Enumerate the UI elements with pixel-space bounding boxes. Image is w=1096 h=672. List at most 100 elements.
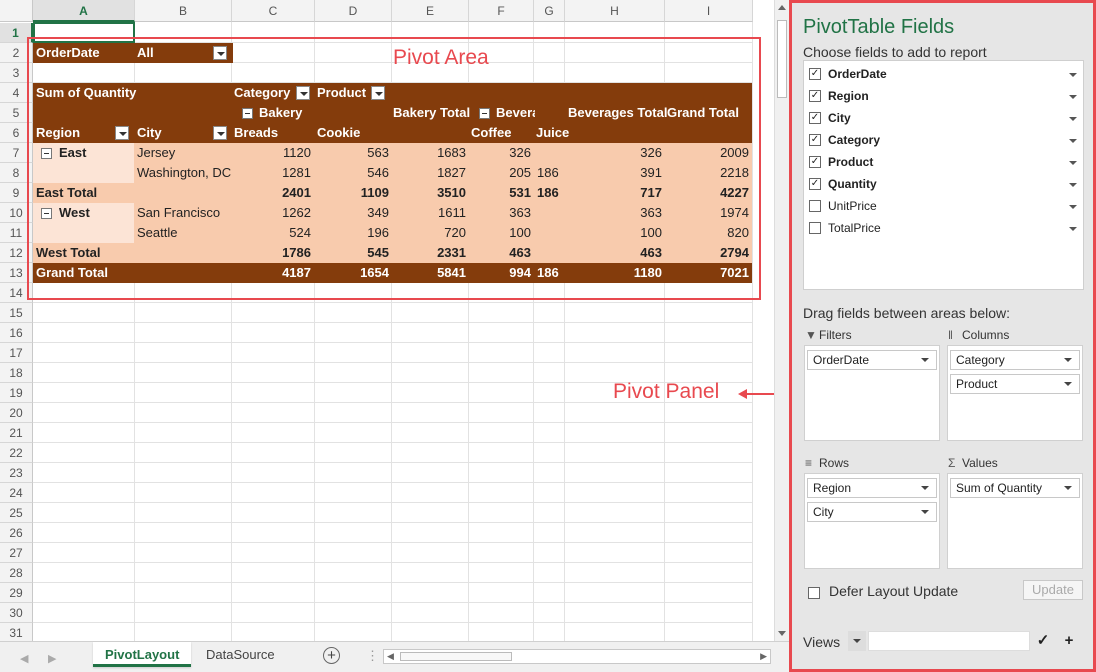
values-area[interactable]: Sum of Quantity xyxy=(947,473,1083,569)
column-header-h[interactable]: H xyxy=(565,0,665,22)
scroll-right-icon[interactable]: ▶ xyxy=(760,651,767,662)
row-header-30[interactable]: 30 xyxy=(0,603,33,623)
scroll-up-icon[interactable] xyxy=(778,5,786,10)
field-checkbox[interactable]: ✓ xyxy=(809,112,821,124)
field-item-region[interactable]: ✓ Region xyxy=(809,87,1079,105)
row-header-26[interactable]: 26 xyxy=(0,523,33,543)
horizontal-scrollbar[interactable]: ◀ ▶ xyxy=(383,649,771,664)
filters-area[interactable]: OrderDate xyxy=(804,345,940,441)
horizontal-scroll-thumb[interactable] xyxy=(400,652,512,661)
columns-area[interactable]: Category Product xyxy=(947,345,1083,441)
field-checkbox[interactable] xyxy=(809,200,821,212)
splitter-icon[interactable]: ⋮ xyxy=(366,648,379,664)
field-dropdown-icon[interactable] xyxy=(1069,227,1077,231)
field-dropdown-icon[interactable] xyxy=(1069,139,1077,143)
column-header-f[interactable]: F xyxy=(469,0,534,22)
row-header-24[interactable]: 24 xyxy=(0,483,33,503)
pill-dropdown-icon[interactable] xyxy=(921,486,929,490)
field-checkbox[interactable] xyxy=(809,222,821,234)
scroll-down-icon[interactable] xyxy=(778,631,786,636)
tab-pivotlayout[interactable]: PivotLayout xyxy=(93,642,192,667)
values-header: Σ Values xyxy=(948,455,998,471)
grid-row-line xyxy=(33,322,753,323)
field-item-category[interactable]: ✓ Category xyxy=(809,131,1079,149)
field-item-totalprice[interactable]: TotalPrice xyxy=(809,219,1079,237)
filters-header: ▼ Filters xyxy=(805,327,852,343)
defer-checkbox[interactable] xyxy=(808,587,820,599)
field-item-orderdate[interactable]: ✓ OrderDate xyxy=(809,65,1079,83)
defer-layout-row[interactable]: Defer Layout Update xyxy=(808,583,958,599)
views-add-button[interactable]: + xyxy=(1060,631,1078,651)
pill-dropdown-icon[interactable] xyxy=(921,510,929,514)
column-header-b[interactable]: B xyxy=(135,0,232,22)
field-checkbox[interactable]: ✓ xyxy=(809,90,821,102)
field-label: TotalPrice xyxy=(828,221,881,235)
row-header-20[interactable]: 20 xyxy=(0,403,33,423)
pill-label: Sum of Quantity xyxy=(956,481,1043,495)
field-item-product[interactable]: ✓ Product xyxy=(809,153,1079,171)
column-header-g[interactable]: G xyxy=(534,0,565,22)
row-header-27[interactable]: 27 xyxy=(0,543,33,563)
tab-datasource[interactable]: DataSource xyxy=(194,642,287,667)
row-header-29[interactable]: 29 xyxy=(0,583,33,603)
update-button[interactable]: Update xyxy=(1023,580,1083,600)
pill-dropdown-icon[interactable] xyxy=(1064,486,1072,490)
select-all-corner[interactable] xyxy=(0,0,33,22)
field-dropdown-icon[interactable] xyxy=(1069,183,1077,187)
add-sheet-icon[interactable]: + xyxy=(323,647,340,664)
views-input[interactable] xyxy=(868,631,1030,651)
column-header-e[interactable]: E xyxy=(392,0,469,22)
field-dropdown-icon[interactable] xyxy=(1069,205,1077,209)
column-header-a[interactable]: A xyxy=(33,0,135,22)
rows-area[interactable]: Region City xyxy=(804,473,940,569)
grid-row-line xyxy=(33,302,753,303)
field-item-city[interactable]: ✓ City xyxy=(809,109,1079,127)
field-dropdown-icon[interactable] xyxy=(1069,73,1077,77)
pill-dropdown-icon[interactable] xyxy=(1064,382,1072,386)
row-header-17[interactable]: 17 xyxy=(0,343,33,363)
columns-pill-product[interactable]: Product xyxy=(950,374,1080,394)
rows-pill-city[interactable]: City xyxy=(807,502,937,522)
row-header-15[interactable]: 15 xyxy=(0,303,33,323)
vertical-scrollbar[interactable] xyxy=(774,0,789,641)
row-header-28[interactable]: 28 xyxy=(0,563,33,583)
grid-row-line xyxy=(33,422,753,423)
field-dropdown-icon[interactable] xyxy=(1069,161,1077,165)
row-header-18[interactable]: 18 xyxy=(0,363,33,383)
rows-header: ≡ Rows xyxy=(805,455,849,471)
scroll-left-icon[interactable]: ◀ xyxy=(387,651,394,662)
column-header-c[interactable]: C xyxy=(232,0,315,22)
spreadsheet-grid[interactable]: ABCDEFGHI 1 2 3 4 5 6 7 8 9 10 11 12 13 14 15 16 17 18 19 2… xyxy=(0,0,772,641)
field-dropdown-icon[interactable] xyxy=(1069,95,1077,99)
columns-pill-category[interactable]: Category xyxy=(950,350,1080,370)
row-header-25[interactable]: 25 xyxy=(0,503,33,523)
field-checkbox[interactable]: ✓ xyxy=(809,156,821,168)
row-header-21[interactable]: 21 xyxy=(0,423,33,443)
rows-pill-region[interactable]: Region xyxy=(807,478,937,498)
values-pill-sum-of-quantity[interactable]: Sum of Quantity xyxy=(950,478,1080,498)
filters-pill-orderdate[interactable]: OrderDate xyxy=(807,350,937,370)
field-dropdown-icon[interactable] xyxy=(1069,117,1077,121)
row-header-23[interactable]: 23 xyxy=(0,463,33,483)
field-checkbox[interactable]: ✓ xyxy=(809,178,821,190)
column-header-d[interactable]: D xyxy=(315,0,392,22)
grid-row-line xyxy=(33,502,753,503)
vertical-scroll-thumb[interactable] xyxy=(777,20,787,98)
field-label: OrderDate xyxy=(828,67,887,81)
field-item-unitprice[interactable]: UnitPrice xyxy=(809,197,1079,215)
pill-label: City xyxy=(813,505,834,519)
field-checkbox[interactable]: ✓ xyxy=(809,134,821,146)
row-header-22[interactable]: 22 xyxy=(0,443,33,463)
column-header-i[interactable]: I xyxy=(665,0,753,22)
prev-sheet-icon[interactable]: ◀ xyxy=(20,652,28,665)
field-checkbox[interactable]: ✓ xyxy=(809,68,821,80)
row-header-31[interactable]: 31 xyxy=(0,623,33,641)
views-dropdown[interactable] xyxy=(848,631,866,651)
pill-dropdown-icon[interactable] xyxy=(1064,358,1072,362)
row-header-19[interactable]: 19 xyxy=(0,383,33,403)
field-item-quantity[interactable]: ✓ Quantity xyxy=(809,175,1079,193)
views-apply-button[interactable]: ✓ xyxy=(1034,631,1052,651)
pill-dropdown-icon[interactable] xyxy=(921,358,929,362)
row-header-16[interactable]: 16 xyxy=(0,323,33,343)
next-sheet-icon[interactable]: ▶ xyxy=(48,652,56,665)
